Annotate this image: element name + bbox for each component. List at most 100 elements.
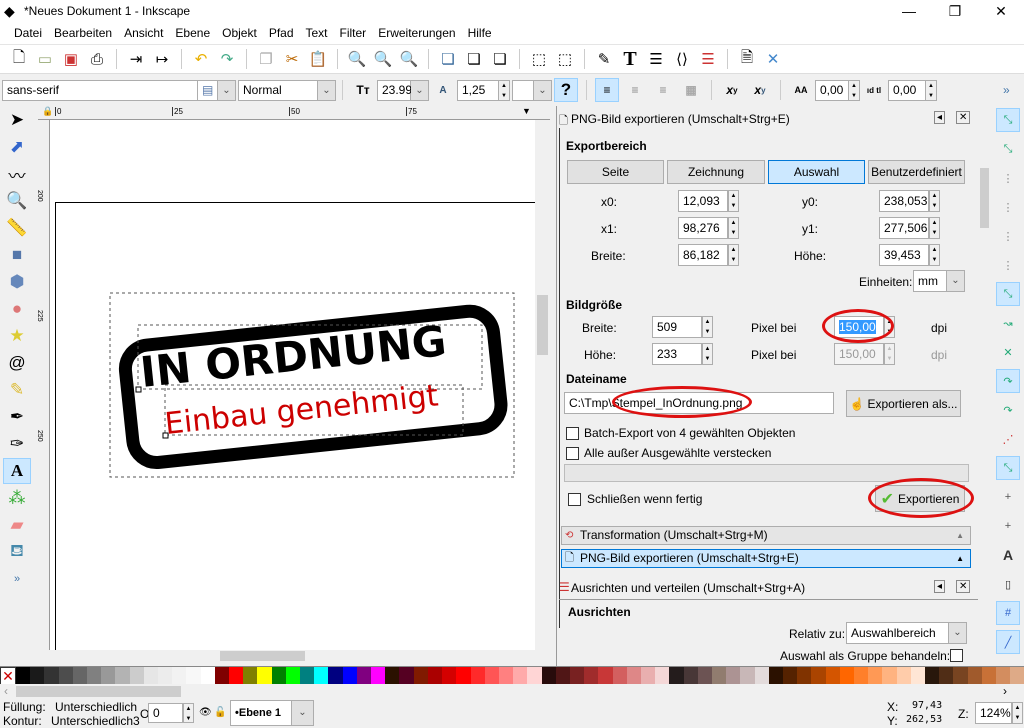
color-swatch[interactable] (910, 667, 925, 685)
y1-spinner[interactable]: ▲ ▼ (929, 217, 940, 239)
zoom-input[interactable]: 124% (975, 702, 1012, 724)
superscript-button[interactable]: xy (720, 78, 744, 102)
transformation-tab[interactable]: ⟲ Transformation (Umschalt+Strg+M) ▲ (561, 526, 971, 545)
color-swatch[interactable] (271, 667, 286, 685)
snap-enable-icon[interactable]: ⤡ (996, 108, 1020, 132)
menu-objekt[interactable]: Objekt (216, 26, 263, 40)
zoom-page-icon[interactable]: 🔍 (398, 48, 420, 70)
dock-close-button[interactable]: ✕ (956, 111, 971, 124)
color-swatch[interactable] (584, 667, 599, 685)
snap-bbox-edge-icon[interactable]: ⋮ (996, 166, 1020, 190)
color-swatch[interactable] (797, 667, 812, 685)
color-swatch[interactable] (513, 667, 528, 685)
font-family-dropdown[interactable]: ⌄ (218, 79, 236, 101)
color-swatch[interactable] (214, 667, 230, 685)
color-swatch[interactable] (598, 667, 613, 685)
rectangle-tool-icon[interactable]: ■ (3, 242, 31, 268)
scroll-left-icon[interactable]: ‹ (4, 684, 8, 698)
height-spinner[interactable]: ▲ ▼ (929, 244, 940, 266)
raise-icon[interactable]: ❏ (437, 48, 459, 70)
font-style-input[interactable]: Normal (238, 79, 318, 101)
redo-icon[interactable]: ↷ (216, 48, 238, 70)
scroll-thumb[interactable] (537, 295, 548, 355)
color-swatch[interactable] (58, 667, 73, 685)
color-swatch[interactable] (981, 667, 997, 685)
snap-path-icon[interactable]: ↝ (996, 311, 1020, 335)
snap-center-icon[interactable]: + (996, 485, 1020, 509)
color-swatch[interactable] (356, 667, 372, 685)
opacity-input[interactable]: 0 (148, 703, 183, 723)
color-swatch[interactable] (30, 667, 45, 685)
preferences-icon[interactable]: ✕ (762, 48, 784, 70)
snap-path-intersection-icon[interactable]: ✕ (996, 340, 1020, 364)
snap-nodes-icon[interactable]: ⤡ (996, 282, 1020, 306)
measure-tool-icon[interactable]: 📏 (3, 215, 31, 241)
snap-midpoint-icon[interactable]: ⋰ (996, 427, 1020, 451)
height-input[interactable]: 39,453 (879, 244, 929, 266)
color-swatch[interactable] (328, 667, 343, 685)
x0-spinner[interactable]: ▲ ▼ (728, 190, 739, 212)
color-swatch[interactable] (541, 667, 556, 685)
letter-spacing-input[interactable]: 0,00 (815, 79, 849, 101)
snap-bbox-icon[interactable]: ⤡ (996, 137, 1020, 161)
scroll-right-icon[interactable]: › (1003, 684, 1007, 698)
menu-text[interactable]: Text (300, 26, 334, 40)
subscript-button[interactable]: xy (748, 78, 772, 102)
px-width-spinner[interactable]: ▲ ▼ (702, 316, 713, 338)
selector-tool-icon[interactable]: ➤ (3, 107, 31, 133)
scroll-thumb[interactable] (220, 651, 305, 661)
pencil-tool-icon[interactable]: ✎ (3, 377, 31, 403)
duplicate-icon[interactable]: ❐ (255, 48, 277, 70)
lock-icon[interactable]: ❏ (463, 48, 485, 70)
relative-to-select[interactable]: Auswahlbereich (846, 622, 949, 644)
menu-pfad[interactable]: Pfad (263, 26, 300, 40)
export-icon[interactable]: ↦ (151, 48, 173, 70)
color-swatch[interactable] (72, 667, 88, 685)
help-button[interactable]: ? (554, 78, 578, 102)
color-swatch[interactable] (740, 667, 755, 685)
lock-guides-icon[interactable]: 🔒 (42, 106, 53, 117)
opacity-spinner[interactable]: ▲ ▼ (183, 703, 194, 723)
treat-as-group-checkbox[interactable] (950, 649, 963, 662)
color-swatch[interactable] (285, 667, 301, 685)
font-style-dropdown[interactable]: ⌄ (318, 79, 336, 101)
node-tool-icon[interactable]: ⬈ (3, 134, 31, 160)
zoom-fit-selection-icon[interactable]: ⬚ (528, 48, 550, 70)
color-swatch[interactable] (101, 667, 116, 685)
color-swatch[interactable] (811, 667, 826, 685)
stroke-value[interactable]: Unterschiedlich (51, 714, 133, 728)
drawing-canvas[interactable]: IN ORDNUNG Einbau genehmigt (50, 120, 535, 650)
px-width-input[interactable]: 509 (652, 316, 702, 338)
font-family-input[interactable]: sans-serif (2, 79, 198, 101)
color-swatch[interactable] (371, 667, 386, 685)
align-left-button[interactable]: ≡ (595, 78, 619, 102)
color-swatch[interactable] (655, 667, 670, 685)
color-swatch[interactable] (1010, 667, 1024, 685)
color-swatch[interactable] (612, 667, 627, 685)
y1-input[interactable]: 277,506 (879, 217, 929, 239)
color-swatch[interactable] (839, 667, 854, 685)
line-spacing-input[interactable]: 1,25 (457, 79, 499, 101)
color-swatch[interactable] (300, 667, 315, 685)
px-height-input[interactable]: 233 (652, 343, 702, 365)
xml-editor-icon[interactable]: ⟨⟩ (671, 48, 693, 70)
snap-grid-icon[interactable]: # (996, 601, 1020, 625)
layer-lock-icon[interactable]: 🔓 (214, 707, 226, 718)
color-swatch[interactable] (470, 667, 485, 685)
color-swatch[interactable] (257, 667, 272, 685)
color-swatch[interactable] (555, 667, 570, 685)
paint-bucket-tool-icon[interactable]: ⛾ (3, 539, 31, 565)
dock-iconify-button[interactable]: ◂ (934, 111, 946, 124)
menu-filter[interactable]: Filter (334, 26, 373, 40)
stroke-width-value[interactable]: 3 (133, 714, 140, 728)
color-swatch[interactable] (782, 667, 798, 685)
color-swatch[interactable] (16, 667, 31, 685)
color-swatch[interactable] (953, 667, 968, 685)
color-swatch[interactable] (939, 667, 954, 685)
snap-page-icon[interactable]: ▯ (996, 572, 1020, 596)
color-swatch[interactable] (711, 667, 727, 685)
3d-box-tool-icon[interactable]: ⬢ (3, 269, 31, 295)
paste-icon[interactable]: 📋 (307, 48, 329, 70)
color-swatch[interactable] (996, 667, 1011, 685)
align-right-button[interactable]: ≡ (651, 78, 675, 102)
